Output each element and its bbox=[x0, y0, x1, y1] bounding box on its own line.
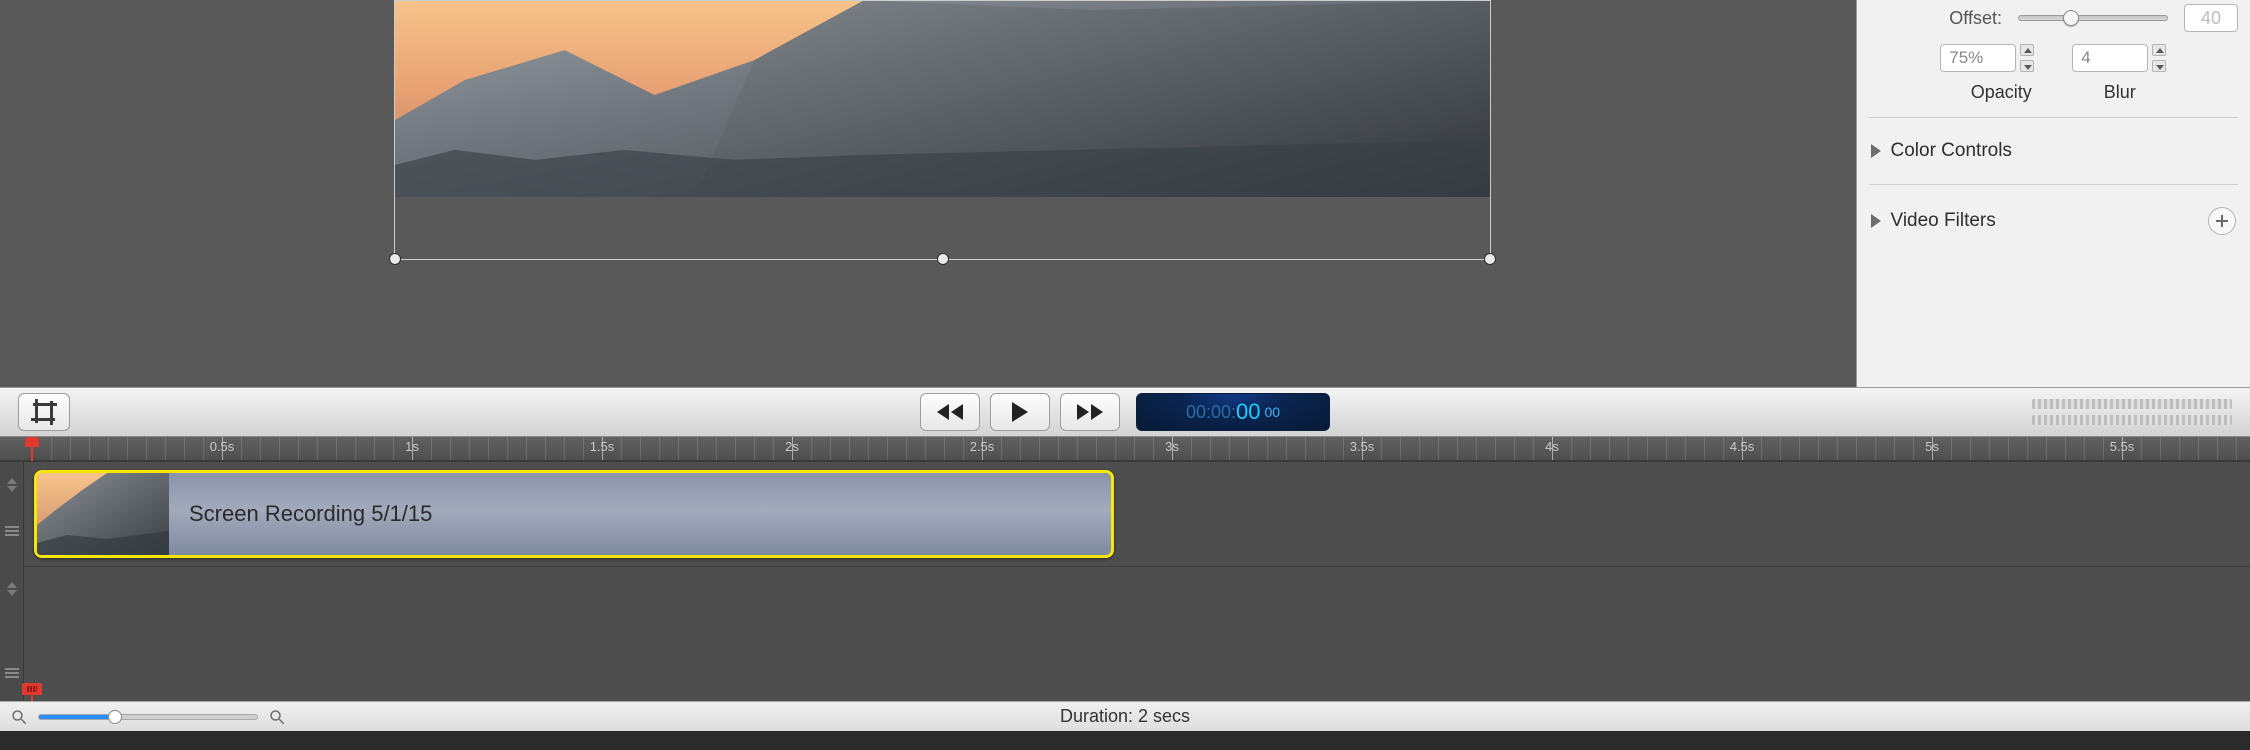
timecode-ss: 00 bbox=[1236, 399, 1260, 425]
ruler-label: 4s bbox=[1545, 439, 1559, 454]
audio-meter-left bbox=[2032, 399, 2232, 409]
ruler-label: 2.5s bbox=[970, 439, 995, 454]
zoom-in-icon bbox=[268, 708, 286, 726]
offset-slider-knob[interactable] bbox=[2063, 10, 2079, 26]
marker-grip-icon bbox=[27, 686, 37, 692]
offset-field[interactable]: 40 bbox=[2184, 4, 2238, 32]
separator bbox=[1869, 184, 2239, 185]
separator bbox=[1869, 117, 2239, 118]
fast-forward-icon bbox=[1077, 404, 1103, 420]
plus-icon bbox=[2216, 215, 2228, 227]
resize-handle-bottom-right[interactable] bbox=[1484, 253, 1496, 265]
opacity-stepper[interactable]: 75% bbox=[1940, 44, 2034, 72]
timeline-tracks[interactable]: Screen Recording 5/1/15 bbox=[0, 461, 2250, 701]
clip-title: Screen Recording 5/1/15 bbox=[189, 501, 432, 527]
disclosure-right-icon bbox=[1871, 144, 1881, 158]
ruler-label: 0.5s bbox=[210, 439, 235, 454]
crop-button[interactable] bbox=[18, 393, 70, 431]
ruler-label: 3.5s bbox=[1350, 439, 1375, 454]
crop-icon bbox=[33, 401, 55, 423]
timeline-ruler[interactable]: 0.5s1s1.5s2s2.5s3s3.5s4s4.5s5s5.5s6s bbox=[0, 437, 2250, 461]
zoom-control[interactable] bbox=[10, 708, 286, 726]
play-button[interactable] bbox=[990, 393, 1050, 431]
playhead-head-icon bbox=[25, 437, 39, 447]
in-point-marker[interactable] bbox=[22, 683, 42, 701]
play-icon bbox=[1012, 402, 1028, 422]
ruler-label: 1.5s bbox=[590, 439, 615, 454]
ruler-label: 3s bbox=[1165, 439, 1179, 454]
playback-bar: 00:00: 00 00 bbox=[0, 387, 2250, 437]
ruler-label: 1s bbox=[405, 439, 419, 454]
track-grip-icon[interactable] bbox=[5, 668, 19, 678]
track-reorder-handle[interactable] bbox=[3, 470, 21, 500]
opacity-step-up-icon[interactable] bbox=[2020, 44, 2034, 56]
ruler-label: 4.5s bbox=[1730, 439, 1755, 454]
track-divider bbox=[24, 566, 2250, 567]
zoom-out-icon bbox=[10, 708, 28, 726]
ruler-label: 5.5s bbox=[2110, 439, 2135, 454]
canvas-selection[interactable] bbox=[394, 0, 1491, 260]
opacity-step-down-icon[interactable] bbox=[2020, 60, 2034, 72]
offset-label: Offset: bbox=[1949, 8, 2002, 29]
clip-thumbnail bbox=[37, 473, 169, 555]
timecode-ff: 00 bbox=[1264, 404, 1280, 420]
zoom-slider[interactable] bbox=[38, 714, 258, 720]
status-bar: Duration: 2 secs bbox=[0, 701, 2250, 731]
ruler-label: 5s bbox=[1925, 439, 1939, 454]
rewind-button[interactable] bbox=[920, 393, 980, 431]
offset-slider[interactable] bbox=[2018, 15, 2168, 21]
disclosure-right-icon bbox=[1871, 214, 1881, 228]
blur-label: Blur bbox=[2104, 82, 2136, 103]
playhead[interactable] bbox=[25, 437, 39, 451]
timecode-hmm: 00:00: bbox=[1186, 402, 1236, 423]
status-duration: Duration: 2 secs bbox=[1060, 706, 1190, 727]
track-reorder-handle[interactable] bbox=[3, 574, 21, 604]
opacity-label: Opacity bbox=[1971, 82, 2032, 103]
blur-step-down-icon[interactable] bbox=[2152, 60, 2166, 72]
audio-meter-right bbox=[2032, 415, 2232, 425]
track-gutter bbox=[0, 462, 24, 701]
audio-meters bbox=[2032, 399, 2232, 425]
timecode-display[interactable]: 00:00: 00 00 bbox=[1136, 393, 1330, 431]
inspector-panel: Offset: 40 75% 4 Opacity Blur Color Cont… bbox=[1856, 0, 2250, 387]
blur-field[interactable]: 4 bbox=[2072, 44, 2148, 72]
viewer-canvas[interactable] bbox=[0, 0, 1856, 387]
resize-handle-bottom-mid[interactable] bbox=[937, 253, 949, 265]
track-grip-icon[interactable] bbox=[5, 526, 19, 536]
section-video-filters[interactable]: Video Filters bbox=[1857, 199, 2250, 243]
add-filter-button[interactable] bbox=[2208, 207, 2236, 235]
fast-forward-button[interactable] bbox=[1060, 393, 1120, 431]
ruler-label: 2s bbox=[785, 439, 799, 454]
section-label: Color Controls bbox=[1891, 140, 2012, 162]
opacity-field[interactable]: 75% bbox=[1940, 44, 2016, 72]
resize-handle-bottom-left[interactable] bbox=[389, 253, 401, 265]
blur-stepper[interactable]: 4 bbox=[2072, 44, 2166, 72]
timeline-clip[interactable]: Screen Recording 5/1/15 bbox=[34, 470, 1114, 558]
rewind-icon bbox=[937, 404, 963, 420]
zoom-slider-knob[interactable] bbox=[108, 710, 122, 724]
blur-step-up-icon[interactable] bbox=[2152, 44, 2166, 56]
section-label: Video Filters bbox=[1891, 210, 1996, 232]
section-color-controls[interactable]: Color Controls bbox=[1857, 132, 2250, 170]
canvas-preview bbox=[395, 1, 1490, 197]
